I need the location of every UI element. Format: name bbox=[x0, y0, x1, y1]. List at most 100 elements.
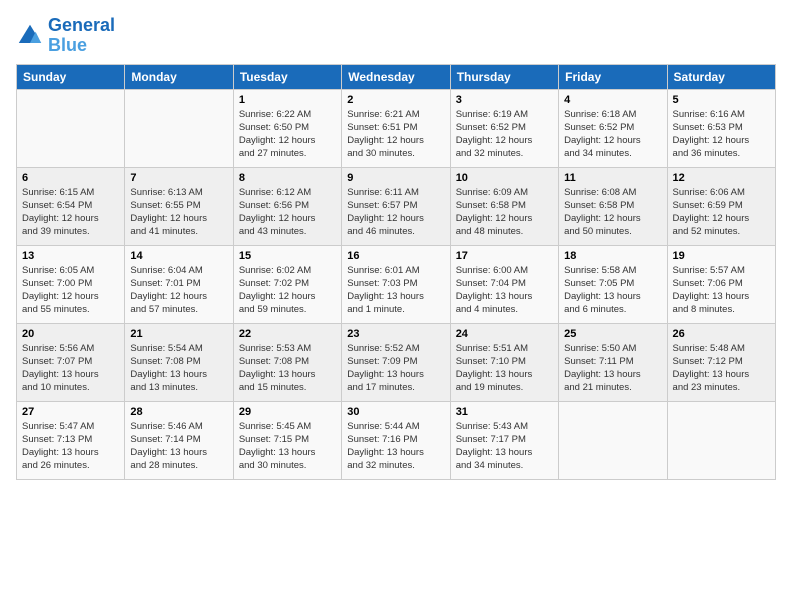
day-number: 30 bbox=[347, 406, 444, 418]
calendar-empty-cell bbox=[667, 401, 775, 479]
day-number: 21 bbox=[130, 328, 227, 340]
calendar-day-9: 9 Sunrise: 6:11 AM Sunset: 6:57 PM Daylig… bbox=[342, 167, 450, 245]
day-info: Sunrise: 5:57 AM Sunset: 7:06 PM Dayligh… bbox=[673, 264, 770, 317]
calendar-day-11: 11 Sunrise: 6:08 AM Sunset: 6:58 PM Dayli… bbox=[559, 167, 667, 245]
day-info: Sunrise: 5:51 AM Sunset: 7:10 PM Dayligh… bbox=[456, 342, 553, 395]
day-info: Sunrise: 6:00 AM Sunset: 7:04 PM Dayligh… bbox=[456, 264, 553, 317]
calendar-day-5: 5Sunrise: 6:16 AM Sunset: 6:53 PM Daylig… bbox=[667, 89, 775, 167]
day-info: Sunrise: 6:06 AM Sunset: 6:59 PM Dayligh… bbox=[673, 186, 770, 239]
day-number: 23 bbox=[347, 328, 444, 340]
calendar-empty-cell bbox=[125, 89, 233, 167]
day-info: Sunrise: 6:02 AM Sunset: 7:02 PM Dayligh… bbox=[239, 264, 336, 317]
day-number: 8 bbox=[239, 172, 336, 184]
day-number: 18 bbox=[564, 250, 661, 262]
day-number: 10 bbox=[456, 172, 553, 184]
day-number: 9 bbox=[347, 172, 444, 184]
day-info: Sunrise: 5:46 AM Sunset: 7:14 PM Dayligh… bbox=[130, 420, 227, 473]
day-info: Sunrise: 6:08 AM Sunset: 6:58 PM Dayligh… bbox=[564, 186, 661, 239]
day-info: Sunrise: 6:19 AM Sunset: 6:52 PM Dayligh… bbox=[456, 108, 553, 161]
day-info: Sunrise: 5:47 AM Sunset: 7:13 PM Dayligh… bbox=[22, 420, 119, 473]
day-number: 2 bbox=[347, 94, 444, 106]
logo: General Blue bbox=[16, 16, 115, 56]
calendar-day-8: 8 Sunrise: 6:12 AM Sunset: 6:56 PM Daylig… bbox=[233, 167, 341, 245]
calendar-day-10: 10 Sunrise: 6:09 AM Sunset: 6:58 PM Dayli… bbox=[450, 167, 558, 245]
calendar-day-25: 25Sunrise: 5:50 AM Sunset: 7:11 PM Dayli… bbox=[559, 323, 667, 401]
calendar-day-13: 13 Sunrise: 6:05 AM Sunset: 7:00 PM Dayli… bbox=[17, 245, 125, 323]
calendar-day-1: 1 Sunrise: 6:22 AM Sunset: 6:50 PM Daylig… bbox=[233, 89, 341, 167]
day-number: 14 bbox=[130, 250, 227, 262]
calendar-empty-cell bbox=[17, 89, 125, 167]
weekday-header-row: SundayMondayTuesdayWednesdayThursdayFrid… bbox=[17, 64, 776, 89]
calendar-week-row: 13 Sunrise: 6:05 AM Sunset: 7:00 PM Dayli… bbox=[17, 245, 776, 323]
weekday-header-sunday: Sunday bbox=[17, 64, 125, 89]
day-number: 11 bbox=[564, 172, 661, 184]
day-info: Sunrise: 6:09 AM Sunset: 6:58 PM Dayligh… bbox=[456, 186, 553, 239]
day-info: Sunrise: 6:01 AM Sunset: 7:03 PM Dayligh… bbox=[347, 264, 444, 317]
calendar-day-28: 28 Sunrise: 5:46 AM Sunset: 7:14 PM Dayli… bbox=[125, 401, 233, 479]
calendar-day-27: 27 Sunrise: 5:47 AM Sunset: 7:13 PM Dayli… bbox=[17, 401, 125, 479]
day-number: 17 bbox=[456, 250, 553, 262]
calendar-day-31: 31 Sunrise: 5:43 AM Sunset: 7:17 PM Dayli… bbox=[450, 401, 558, 479]
day-info: Sunrise: 6:05 AM Sunset: 7:00 PM Dayligh… bbox=[22, 264, 119, 317]
calendar-day-15: 15 Sunrise: 6:02 AM Sunset: 7:02 PM Dayli… bbox=[233, 245, 341, 323]
day-number: 16 bbox=[347, 250, 444, 262]
calendar-day-12: 12 Sunrise: 6:06 AM Sunset: 6:59 PM Dayli… bbox=[667, 167, 775, 245]
calendar-table: SundayMondayTuesdayWednesdayThursdayFrid… bbox=[16, 64, 776, 480]
weekday-header-thursday: Thursday bbox=[450, 64, 558, 89]
day-number: 13 bbox=[22, 250, 119, 262]
calendar-week-row: 1 Sunrise: 6:22 AM Sunset: 6:50 PM Daylig… bbox=[17, 89, 776, 167]
day-info: Sunrise: 5:58 AM Sunset: 7:05 PM Dayligh… bbox=[564, 264, 661, 317]
day-number: 29 bbox=[239, 406, 336, 418]
calendar-day-18: 18 Sunrise: 5:58 AM Sunset: 7:05 PM Dayli… bbox=[559, 245, 667, 323]
calendar-day-30: 30Sunrise: 5:44 AM Sunset: 7:16 PM Dayli… bbox=[342, 401, 450, 479]
weekday-header-tuesday: Tuesday bbox=[233, 64, 341, 89]
day-info: Sunrise: 6:04 AM Sunset: 7:01 PM Dayligh… bbox=[130, 264, 227, 317]
calendar-day-7: 7 Sunrise: 6:13 AM Sunset: 6:55 PM Daylig… bbox=[125, 167, 233, 245]
day-info: Sunrise: 5:56 AM Sunset: 7:07 PM Dayligh… bbox=[22, 342, 119, 395]
day-number: 6 bbox=[22, 172, 119, 184]
day-info: Sunrise: 5:43 AM Sunset: 7:17 PM Dayligh… bbox=[456, 420, 553, 473]
calendar-day-26: 26 Sunrise: 5:48 AM Sunset: 7:12 PM Dayli… bbox=[667, 323, 775, 401]
day-info: Sunrise: 5:48 AM Sunset: 7:12 PM Dayligh… bbox=[673, 342, 770, 395]
day-number: 25 bbox=[564, 328, 661, 340]
day-info: Sunrise: 5:45 AM Sunset: 7:15 PM Dayligh… bbox=[239, 420, 336, 473]
day-info: Sunrise: 6:12 AM Sunset: 6:56 PM Dayligh… bbox=[239, 186, 336, 239]
calendar-empty-cell bbox=[559, 401, 667, 479]
day-info: Sunrise: 6:13 AM Sunset: 6:55 PM Dayligh… bbox=[130, 186, 227, 239]
day-info: Sunrise: 6:21 AM Sunset: 6:51 PM Dayligh… bbox=[347, 108, 444, 161]
weekday-header-saturday: Saturday bbox=[667, 64, 775, 89]
page-header: General Blue bbox=[16, 16, 776, 56]
calendar-day-29: 29 Sunrise: 5:45 AM Sunset: 7:15 PM Dayli… bbox=[233, 401, 341, 479]
day-number: 3 bbox=[456, 94, 553, 106]
day-info: Sunrise: 6:18 AM Sunset: 6:52 PM Dayligh… bbox=[564, 108, 661, 161]
day-number: 20 bbox=[22, 328, 119, 340]
day-number: 15 bbox=[239, 250, 336, 262]
weekday-header-monday: Monday bbox=[125, 64, 233, 89]
calendar-day-19: 19 Sunrise: 5:57 AM Sunset: 7:06 PM Dayli… bbox=[667, 245, 775, 323]
day-info: Sunrise: 6:15 AM Sunset: 6:54 PM Dayligh… bbox=[22, 186, 119, 239]
day-number: 1 bbox=[239, 94, 336, 106]
calendar-week-row: 27 Sunrise: 5:47 AM Sunset: 7:13 PM Dayli… bbox=[17, 401, 776, 479]
day-info: Sunrise: 5:52 AM Sunset: 7:09 PM Dayligh… bbox=[347, 342, 444, 395]
day-number: 24 bbox=[456, 328, 553, 340]
day-number: 31 bbox=[456, 406, 553, 418]
day-number: 22 bbox=[239, 328, 336, 340]
day-number: 19 bbox=[673, 250, 770, 262]
day-number: 5 bbox=[673, 94, 770, 106]
day-info: Sunrise: 6:22 AM Sunset: 6:50 PM Dayligh… bbox=[239, 108, 336, 161]
day-info: Sunrise: 5:53 AM Sunset: 7:08 PM Dayligh… bbox=[239, 342, 336, 395]
calendar-day-16: 16 Sunrise: 6:01 AM Sunset: 7:03 PM Dayli… bbox=[342, 245, 450, 323]
day-number: 27 bbox=[22, 406, 119, 418]
day-number: 28 bbox=[130, 406, 227, 418]
calendar-week-row: 6 Sunrise: 6:15 AM Sunset: 6:54 PM Daylig… bbox=[17, 167, 776, 245]
day-number: 7 bbox=[130, 172, 227, 184]
calendar-day-6: 6 Sunrise: 6:15 AM Sunset: 6:54 PM Daylig… bbox=[17, 167, 125, 245]
day-info: Sunrise: 6:11 AM Sunset: 6:57 PM Dayligh… bbox=[347, 186, 444, 239]
day-number: 26 bbox=[673, 328, 770, 340]
calendar-day-4: 4Sunrise: 6:18 AM Sunset: 6:52 PM Daylig… bbox=[559, 89, 667, 167]
calendar-day-20: 20 Sunrise: 5:56 AM Sunset: 7:07 PM Dayli… bbox=[17, 323, 125, 401]
calendar-day-2: 2 Sunrise: 6:21 AM Sunset: 6:51 PM Daylig… bbox=[342, 89, 450, 167]
calendar-day-21: 21Sunrise: 5:54 AM Sunset: 7:08 PM Dayli… bbox=[125, 323, 233, 401]
day-number: 12 bbox=[673, 172, 770, 184]
calendar-week-row: 20 Sunrise: 5:56 AM Sunset: 7:07 PM Dayli… bbox=[17, 323, 776, 401]
